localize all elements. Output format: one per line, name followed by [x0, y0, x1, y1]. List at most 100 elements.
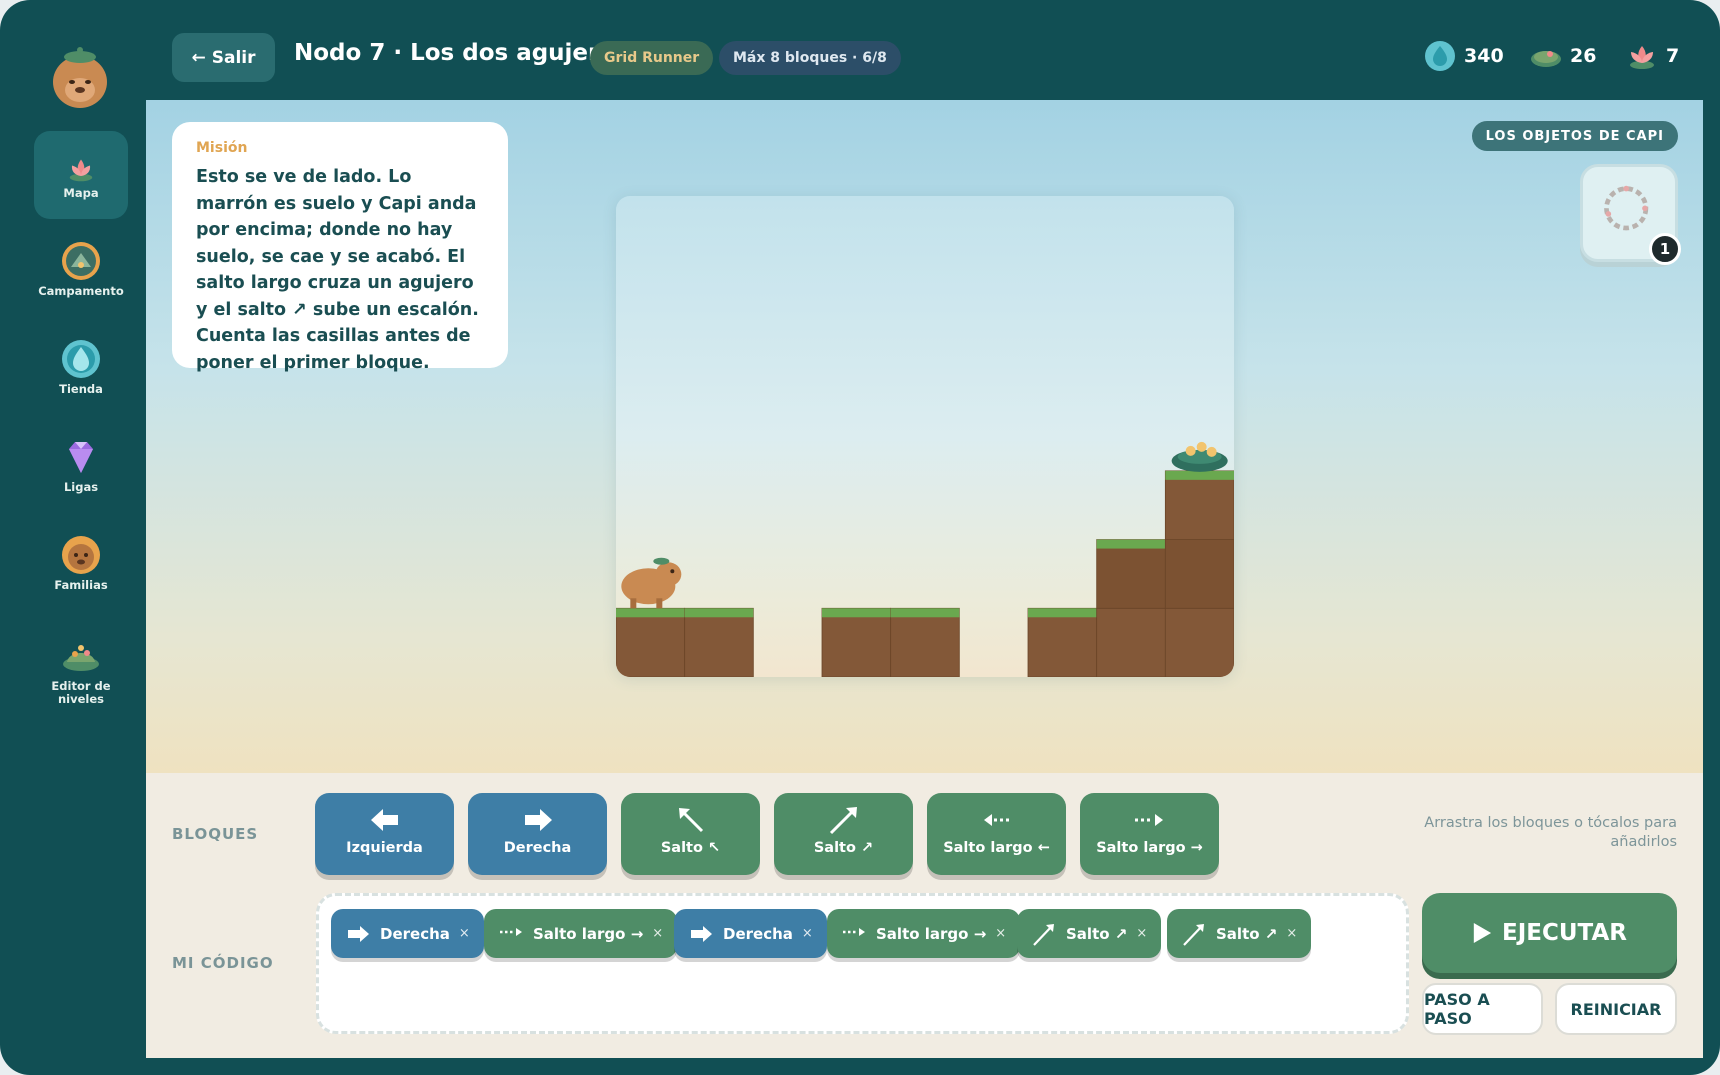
gem-icon: [69, 442, 93, 473]
long-jump-right-icon: [1134, 814, 1163, 826]
code-panel: BLOQUES Izquierda Derecha Salto ↖ Salto …: [146, 773, 1703, 1058]
game-stage: Misión Esto se ve de lado. Lo marrón es …: [146, 100, 1703, 773]
long-jump-left-icon: [983, 814, 1012, 826]
capybara-logo-icon[interactable]: [50, 40, 110, 110]
chip-label: Salto largo →: [876, 924, 987, 943]
sidebar-item-campamento[interactable]: Campamento: [34, 241, 128, 329]
remove-chip-button[interactable]: ×: [802, 926, 813, 941]
block-salto-largo-left[interactable]: Salto largo ←: [927, 793, 1066, 875]
sidebar-item-tienda[interactable]: Tienda: [34, 339, 128, 427]
block-salto-largo-right[interactable]: Salto largo →: [1080, 793, 1219, 875]
arrow-right-icon: [524, 809, 552, 831]
game-board: [616, 196, 1234, 677]
grass-top: [684, 608, 754, 618]
block-derecha[interactable]: Derecha: [468, 793, 607, 875]
jump-up-right-icon: [829, 807, 857, 835]
step-button[interactable]: PASO A PASO: [1422, 983, 1543, 1035]
long-jump-right-icon: [500, 927, 522, 936]
remove-chip-button[interactable]: ×: [459, 926, 470, 941]
chip-label: Derecha: [380, 924, 450, 943]
block-limit-badge: Máx 8 bloques · 6/8: [719, 41, 901, 75]
block-salto-up-left[interactable]: Salto ↖: [621, 793, 760, 875]
grass-top: [890, 608, 960, 618]
editor-icon: [63, 645, 99, 671]
code-chip-salto-largo-right[interactable]: Salto largo → ×: [827, 909, 1021, 958]
grass-top: [1096, 539, 1166, 549]
currency-value: 26: [1570, 45, 1597, 67]
objects-label: LOS OBJETOS DE CAPI: [1471, 121, 1678, 151]
drag-hint: Arrastra los bloques o tócalos para añad…: [1424, 815, 1677, 850]
code-chip-salto-up-right[interactable]: Salto ↗ ×: [1017, 909, 1162, 958]
sidebar: Mapa Campamento Tienda Ligas Familias Ed…: [0, 0, 146, 1075]
currency-lotus: 7: [1626, 40, 1679, 72]
capybara-player: [621, 557, 682, 609]
mission-card: Misión Esto se ve de lado. Lo marrón es …: [172, 122, 508, 373]
currency-value: 340: [1464, 45, 1504, 67]
arrow-left-icon: [370, 809, 398, 831]
reset-button[interactable]: REINICIAR: [1555, 983, 1677, 1035]
sidebar-item-label: Ligas: [63, 480, 99, 494]
block-label: Derecha: [503, 840, 572, 856]
grass-top: [616, 608, 685, 618]
sidebar-item-label: Campamento: [38, 284, 124, 298]
sidebar-item-editor[interactable]: Editor de niveles: [34, 636, 128, 724]
block-label: Salto ↖: [660, 840, 721, 856]
grass-top: [1028, 608, 1097, 618]
code-section-label: MI CÓDIGO: [172, 954, 274, 972]
goal-nest: [1171, 441, 1228, 472]
lotus-icon: [69, 159, 93, 182]
chip-label: Salto ↗: [1216, 924, 1278, 943]
arrow-right-icon: [691, 925, 712, 942]
block-salto-up-right[interactable]: Salto ↗: [774, 793, 913, 875]
remove-chip-button[interactable]: ×: [652, 926, 663, 941]
grass-top: [822, 608, 891, 618]
sidebar-item-mapa[interactable]: Mapa: [34, 131, 128, 219]
object-slot[interactable]: 1: [1580, 164, 1681, 265]
play-icon: [1473, 923, 1492, 943]
run-button[interactable]: EJECUTAR: [1422, 893, 1677, 973]
ground-tile: [1164, 539, 1234, 609]
code-chip-salto-up-right[interactable]: Salto ↗ ×: [1167, 909, 1312, 958]
camp-icon: [62, 242, 100, 280]
board-grid: [616, 441, 1234, 677]
lotus-icon: [1630, 46, 1654, 69]
arrow-right-icon: [348, 925, 369, 942]
jump-up-right-icon: [1183, 923, 1204, 946]
code-chip-derecha[interactable]: Derecha ×: [331, 909, 484, 958]
chip-label: Derecha: [723, 924, 793, 943]
mode-badge: Grid Runner: [590, 41, 714, 75]
block-izquierda[interactable]: Izquierda: [315, 793, 454, 875]
grass-top: [1165, 470, 1234, 480]
ground-tile: [1164, 607, 1234, 677]
sidebar-item-label: Familias: [54, 578, 108, 592]
code-chip-derecha[interactable]: Derecha ×: [674, 909, 827, 958]
code-drop-area[interactable]: Derecha × Salto largo → × Derecha × Salt…: [316, 893, 1409, 1034]
jump-up-left-icon: [678, 808, 703, 833]
water-drop-icon: [1425, 41, 1455, 71]
remove-chip-button[interactable]: ×: [995, 926, 1006, 941]
sidebar-item-label: Tienda: [59, 382, 103, 396]
ground-tile: [1027, 607, 1098, 677]
code-chip-salto-largo-right[interactable]: Salto largo → ×: [484, 909, 678, 958]
currency-lily: 26: [1530, 40, 1596, 72]
page-title: Nodo 7 · Los dos agujeros: [294, 40, 629, 66]
chip-label: Salto ↗: [1066, 924, 1128, 943]
sidebar-item-familias[interactable]: Familias: [34, 535, 128, 623]
sidebar-item-label: Editor de niveles: [51, 679, 111, 706]
block-label: Salto largo ←: [943, 840, 1050, 856]
mission-text: Esto se ve de lado. Lo marrón es suelo y…: [196, 167, 479, 373]
ground-tile: [821, 607, 892, 677]
sidebar-item-label: Mapa: [63, 186, 99, 200]
sidebar-item-ligas[interactable]: Ligas: [34, 437, 128, 525]
ground-tile: [616, 607, 686, 677]
remove-chip-button[interactable]: ×: [1286, 926, 1297, 941]
remove-chip-button[interactable]: ×: [1136, 926, 1147, 941]
run-button-label: EJECUTAR: [1502, 920, 1627, 946]
arrow-left-icon: ←: [191, 47, 206, 68]
drop-coin-icon: [62, 340, 100, 378]
ground-tile: [1096, 607, 1166, 677]
exit-button-label: Salir: [211, 47, 256, 68]
ground-tile: [1164, 470, 1234, 540]
long-jump-right-icon: [843, 927, 865, 936]
exit-button[interactable]: ← Salir: [172, 33, 275, 82]
